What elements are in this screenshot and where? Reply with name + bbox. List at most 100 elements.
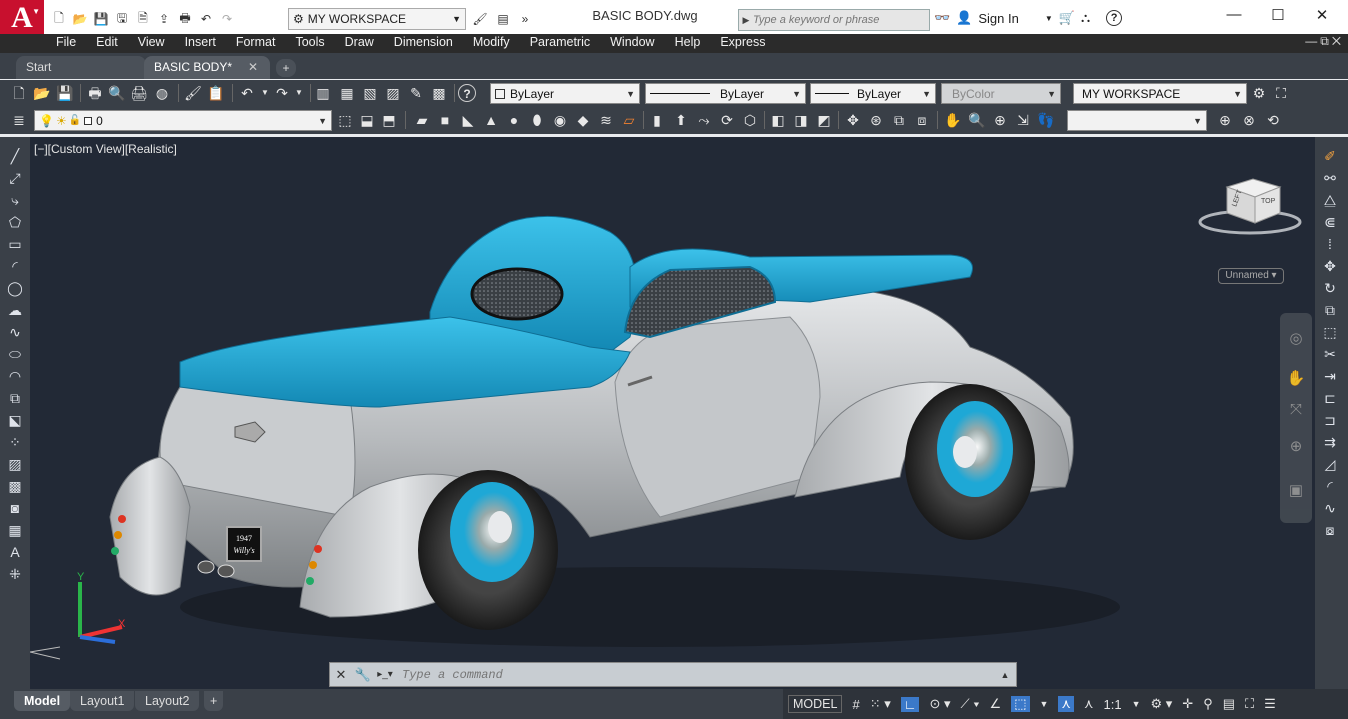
calculator-icon[interactable]: ▩ — [430, 84, 448, 102]
wrench-icon[interactable]: 🔧 — [352, 667, 374, 683]
sweep-icon[interactable]: ⤳ — [695, 111, 713, 129]
table-icon[interactable]: ▦ — [5, 521, 25, 539]
gradient-icon[interactable]: ▩ — [5, 477, 25, 495]
document-window-controls[interactable]: —⧉✕ — [1305, 34, 1344, 49]
3d-align-icon[interactable]: ⧉ — [890, 111, 908, 129]
chamfer-icon[interactable]: ◿ — [1320, 455, 1340, 473]
menu-help[interactable]: Help — [667, 34, 713, 53]
3d-rotate-icon[interactable]: ⊛ — [867, 111, 885, 129]
scale-icon[interactable]: ⧉ — [1320, 301, 1340, 319]
chevron-down-icon[interactable]: ▼ — [1045, 14, 1053, 23]
sphere-icon[interactable]: ● — [505, 111, 523, 129]
free-orbit-icon[interactable]: ⊗ — [1240, 111, 1258, 129]
snap-icon[interactable]: ⁙ ▾ — [870, 696, 891, 712]
3d-print-icon[interactable]: ◍ — [153, 84, 171, 102]
ellipse-icon[interactable]: ⬭ — [5, 345, 25, 363]
make-current-icon[interactable]: ⬚ — [336, 111, 354, 129]
torus-icon[interactable]: ◉ — [551, 111, 569, 129]
menu-express[interactable]: Express — [712, 34, 777, 53]
plot-preview-icon[interactable]: 🔍 — [108, 84, 126, 102]
3d-array-icon[interactable]: ⧈ — [913, 111, 931, 129]
annotation-visibility-icon[interactable]: ⋏ — [1058, 696, 1074, 712]
chevron-down-icon[interactable]: ▼ — [1040, 699, 1049, 709]
menu-dimension[interactable]: Dimension — [386, 34, 465, 53]
command-input[interactable] — [402, 667, 982, 682]
menu-file[interactable]: File — [48, 34, 88, 53]
tab-layout2[interactable]: Layout2 — [135, 691, 200, 711]
intersect-icon[interactable]: ◩ — [815, 111, 833, 129]
wedge-icon[interactable]: ◣ — [459, 111, 477, 129]
object-snap-tracking-icon[interactable]: ∠ — [990, 696, 1002, 712]
menu-insert[interactable]: Insert — [177, 34, 228, 53]
zoom-icon[interactable]: 🔍 — [968, 111, 986, 129]
zoom-extents-icon[interactable]: ⤧ — [1286, 401, 1306, 421]
redo-icon[interactable]: ↷ — [218, 10, 236, 28]
minimize-button[interactable]: — — [1212, 6, 1256, 28]
menu-view[interactable]: View — [130, 34, 177, 53]
object-snap-icon[interactable]: ⬚ — [1011, 696, 1030, 712]
revision-cloud-icon[interactable]: ☁ — [5, 301, 25, 319]
new-icon[interactable]: 🗋 — [50, 10, 68, 28]
layer-control[interactable]: 💡 ☀ 🔓 0 ▼ — [34, 110, 332, 131]
explode-icon[interactable]: ⧇ — [1320, 521, 1340, 539]
save-icon[interactable]: 💾 — [92, 10, 110, 28]
workspace-gear-icon[interactable]: ⚙ ▾ — [1150, 696, 1172, 712]
erase-icon[interactable]: ✐ — [1320, 147, 1340, 165]
steering-wheel-icon[interactable]: ◎ — [1286, 329, 1306, 349]
polygon-icon[interactable]: ⬠ — [5, 213, 25, 231]
isodraft-icon[interactable]: ⟋ ▾ — [960, 696, 979, 712]
customization-menu-icon[interactable]: ☰ — [1264, 696, 1276, 712]
grid-icon[interactable]: # — [852, 697, 859, 712]
rectangle-icon[interactable]: ▭ — [5, 235, 25, 253]
pan-icon[interactable]: ✋ — [944, 111, 962, 129]
units-icon[interactable]: ⚲ — [1203, 696, 1213, 712]
menu-format[interactable]: Format — [228, 34, 288, 53]
helix-icon[interactable]: ≋ — [597, 111, 615, 129]
ucs-menu[interactable]: Unnamed ▾ — [1218, 268, 1284, 284]
quick-properties-icon[interactable]: ▤ — [1223, 696, 1235, 712]
chevron-down-icon[interactable]: ▼ — [256, 84, 274, 102]
add-selected-icon[interactable]: ⁜ — [5, 565, 25, 583]
close-icon[interactable]: ✕ — [330, 667, 352, 683]
workspace-control[interactable]: MY WORKSPACE ▼ — [1073, 83, 1247, 104]
walk-icon[interactable]: ⇲ — [1014, 111, 1032, 129]
a360-icon[interactable]: ⛬ — [1081, 10, 1090, 26]
copy-icon[interactable]: ⚯ — [1320, 169, 1340, 187]
stretch-icon[interactable]: ⬚ — [1320, 323, 1340, 341]
move-icon[interactable]: ✥ — [1320, 257, 1340, 275]
pyramid-icon[interactable]: ◆ — [574, 111, 592, 129]
circle-icon[interactable]: ◯ — [5, 279, 25, 297]
pan-icon[interactable]: ✋ — [1286, 369, 1306, 389]
chevron-down-icon[interactable]: ▼ — [290, 84, 308, 102]
union-icon[interactable]: ◧ — [769, 111, 787, 129]
new-layout-button[interactable]: + — [204, 691, 224, 711]
named-view-control[interactable]: ▼ — [1067, 110, 1207, 131]
tool-palettes-icon[interactable]: ▧ — [361, 84, 379, 102]
match-properties-icon[interactable]: 🖌 — [184, 84, 202, 102]
help-icon[interactable]: ? — [1106, 10, 1123, 26]
menu-draw[interactable]: Draw — [337, 34, 386, 53]
chevron-down-icon[interactable]: ▼ — [1132, 699, 1141, 709]
design-center-icon[interactable]: ▦ — [338, 84, 356, 102]
open-icon[interactable]: 📂 — [33, 84, 51, 102]
fillet-icon[interactable]: ◜ — [1320, 477, 1340, 495]
layer-properties-icon[interactable]: ▤ — [494, 10, 512, 28]
more-tools-icon[interactable]: » — [516, 10, 534, 28]
save-icon[interactable]: 💾 — [56, 84, 74, 102]
arc-icon[interactable]: ◜ — [5, 257, 25, 275]
presspull-icon[interactable]: ⬆ — [672, 111, 690, 129]
orbit-icon[interactable]: ⊕ — [991, 111, 1009, 129]
ellipse-arc-icon[interactable]: ◠ — [5, 367, 25, 385]
construction-line-icon[interactable]: ⤢ — [5, 169, 25, 187]
save-as-icon[interactable]: 🖫 — [113, 10, 131, 28]
layer-previous-icon[interactable]: ⬓ — [358, 111, 376, 129]
plot-icon[interactable]: 🖶 — [176, 10, 194, 28]
spline-icon[interactable]: ∿ — [5, 323, 25, 341]
mirror-icon[interactable]: ⧋ — [1320, 191, 1340, 209]
help-search[interactable]: ▶ — [738, 9, 930, 31]
drawing-viewport[interactable]: [−][Custom View][Realistic] 1947 Willy's… — [30, 137, 1315, 689]
region-icon[interactable]: ◙ — [5, 499, 25, 517]
insert-block-icon[interactable]: ⧉ — [5, 389, 25, 407]
revolve-icon[interactable]: ⟳ — [718, 111, 736, 129]
match-properties-icon[interactable]: 🖌 — [471, 10, 489, 28]
